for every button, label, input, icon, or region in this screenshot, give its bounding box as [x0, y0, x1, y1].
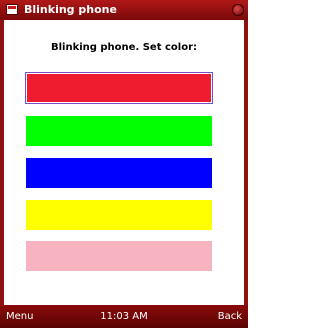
- app-window-icon: [6, 4, 18, 15]
- close-icon[interactable]: [232, 4, 244, 16]
- back-softkey[interactable]: Back: [218, 311, 242, 323]
- color-option-blue[interactable]: [26, 158, 212, 188]
- main-content: Blinking phone. Set color:: [4, 20, 244, 305]
- window-title: Blinking phone: [24, 3, 117, 16]
- color-option-yellow[interactable]: [26, 200, 212, 230]
- softkey-bar: Menu 11:03 AM Back: [0, 305, 248, 328]
- color-option-green[interactable]: [26, 116, 212, 146]
- color-fill-red: [27, 74, 211, 102]
- color-option-pink[interactable]: [26, 241, 212, 271]
- page-title: Blinking phone. Set color:: [50, 42, 198, 53]
- clock-time: 11:03 AM: [100, 311, 148, 322]
- title-bar: Blinking phone: [0, 0, 248, 20]
- color-option-red[interactable]: [25, 72, 213, 104]
